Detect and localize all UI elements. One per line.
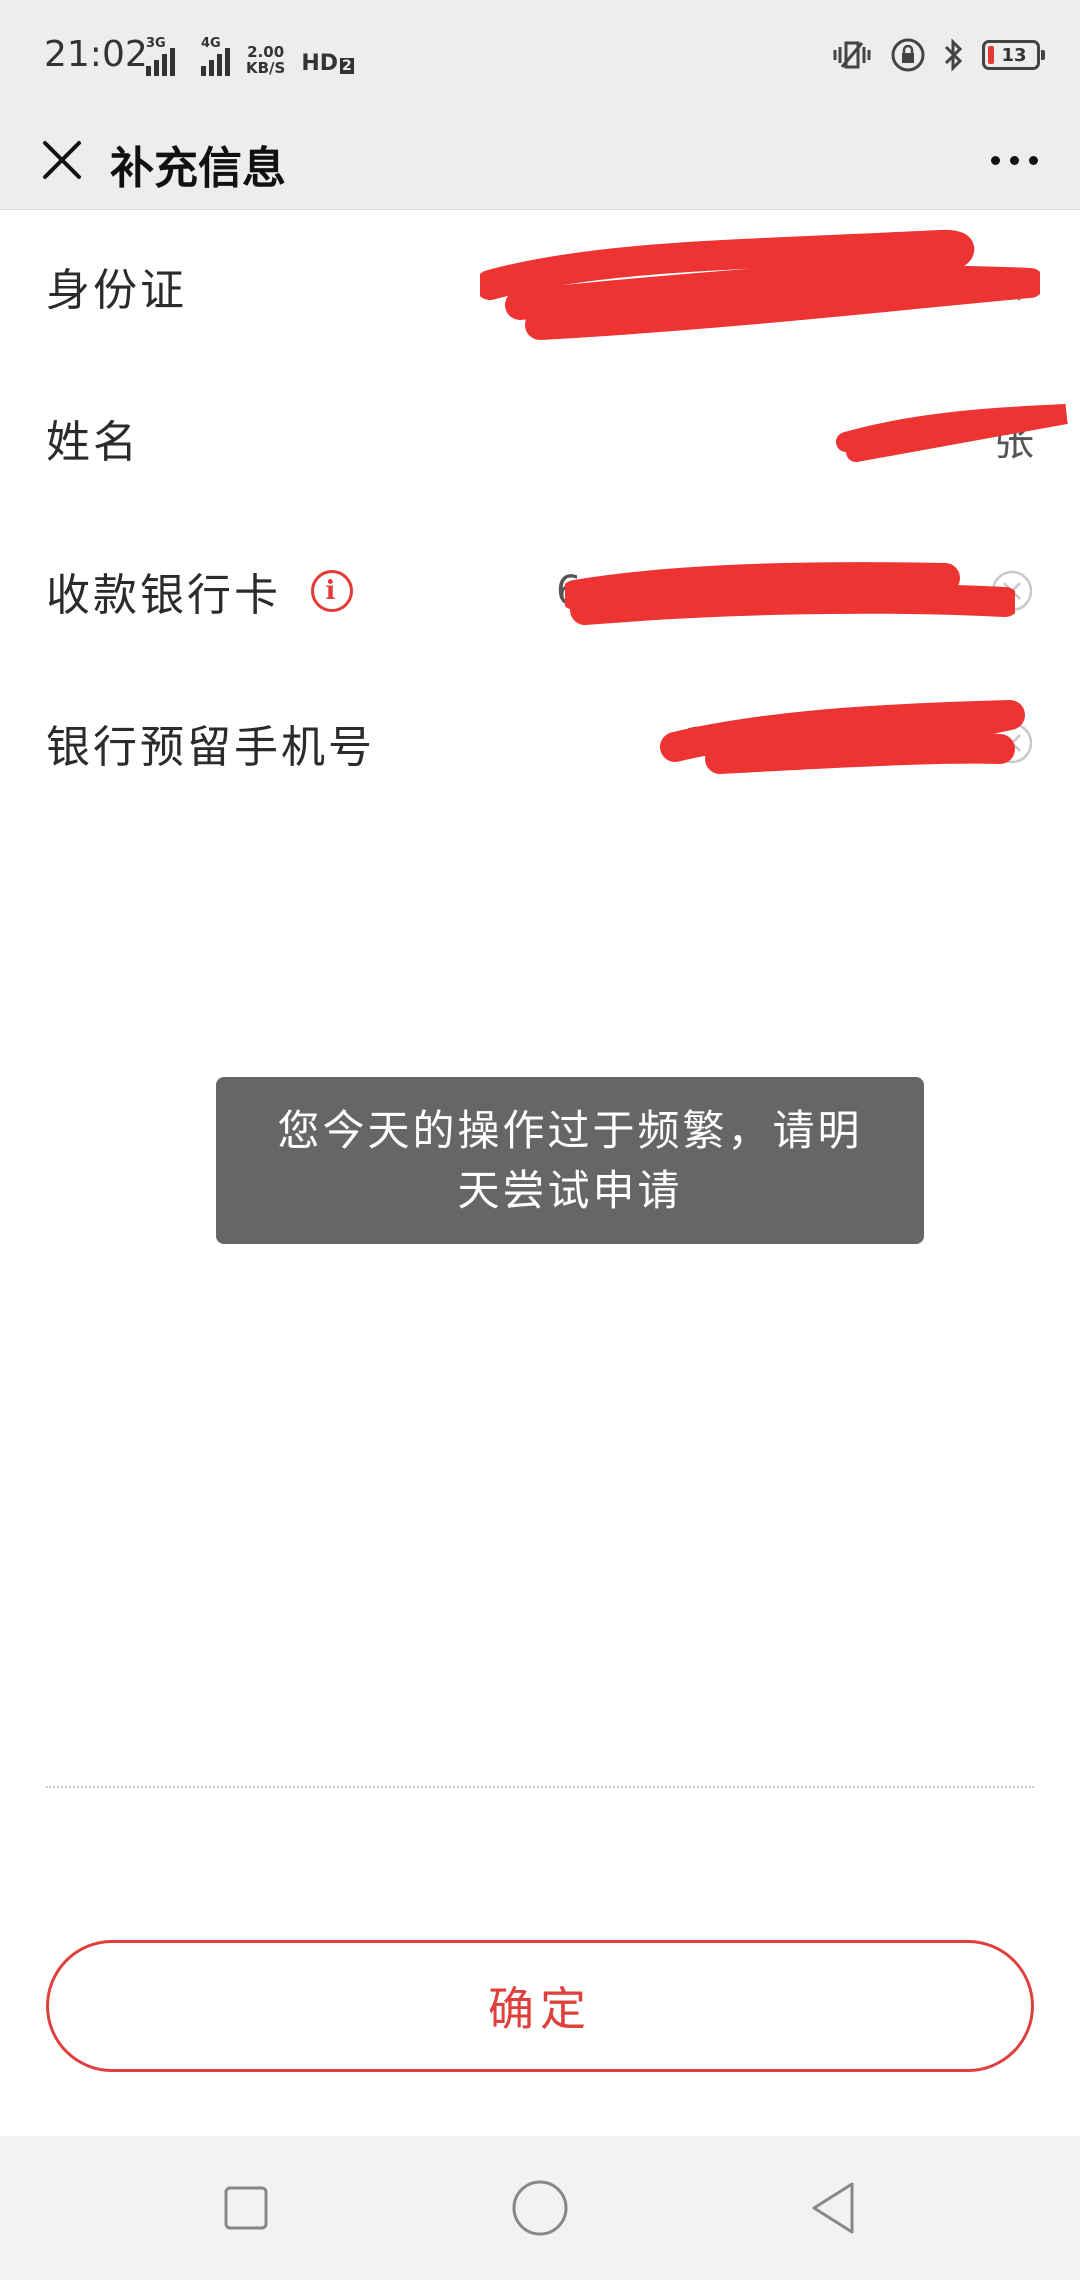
redaction-mark: [480, 229, 1040, 340]
name-label: 姓名: [46, 417, 140, 468]
back-icon: [812, 2182, 854, 2234]
toast-message: 您今天的操作过于频繁，请明天尝试申请: [216, 1077, 924, 1244]
system-nav-bar: [0, 2136, 1080, 2280]
signal-3g-icon: 3G: [146, 36, 175, 76]
home-icon: [512, 2180, 568, 2236]
phone-value[interactable]: 1: [684, 720, 709, 766]
redaction-mark: [565, 562, 1015, 625]
clear-icon[interactable]: [990, 721, 1034, 765]
battery-icon: 13: [982, 40, 1045, 70]
status-left-icons: 3G 4G 2.00 KB/S HD 2: [146, 36, 354, 76]
hd-voice-icon: HD 2: [301, 51, 354, 76]
chevron-right-icon: [1016, 270, 1035, 302]
phone-row[interactable]: 银行预留手机号 1: [0, 667, 1080, 819]
bank-card-value[interactable]: 6: [556, 568, 581, 614]
network-speed: 2.00 KB/S: [246, 43, 286, 77]
title-bar: 补充信息: [0, 110, 1080, 210]
bank-card-row[interactable]: 收款银行卡 i 6: [0, 515, 1080, 667]
signal-4g-icon: 4G: [201, 36, 230, 76]
phone-label: 银行预留手机号: [46, 722, 375, 773]
confirm-button[interactable]: 确定: [46, 1940, 1034, 2072]
status-bar: 21:02 3G 4G 2.00 KB/S HD 2 13: [0, 0, 1080, 110]
name-value: 张: [994, 419, 1034, 465]
status-time: 21:02: [44, 34, 148, 75]
close-icon: [43, 141, 81, 179]
vibrate-icon: [833, 41, 871, 69]
rotation-lock-icon: [891, 38, 925, 72]
name-row: 姓名 张: [0, 362, 1080, 514]
status-right-icons: 13: [830, 34, 1045, 76]
more-button[interactable]: [974, 128, 1054, 192]
close-button[interactable]: [30, 128, 94, 192]
bank-card-label: 收款银行卡 i: [46, 559, 353, 623]
bluetooth-icon: [944, 38, 963, 72]
recents-icon: [224, 2186, 268, 2230]
back-button[interactable]: [798, 2172, 870, 2244]
divider: [46, 1786, 1034, 1788]
home-button[interactable]: [504, 2172, 576, 2244]
redaction-mark: [660, 700, 1025, 774]
clear-icon[interactable]: [990, 569, 1034, 613]
redaction-mark: [836, 404, 1068, 462]
recents-button[interactable]: [210, 2172, 282, 2244]
info-icon[interactable]: i: [311, 570, 353, 612]
id-card-row[interactable]: 身份证: [0, 210, 1080, 362]
page-title: 补充信息: [110, 143, 286, 194]
more-icon: [990, 155, 1000, 165]
id-card-label: 身份证: [46, 265, 187, 316]
